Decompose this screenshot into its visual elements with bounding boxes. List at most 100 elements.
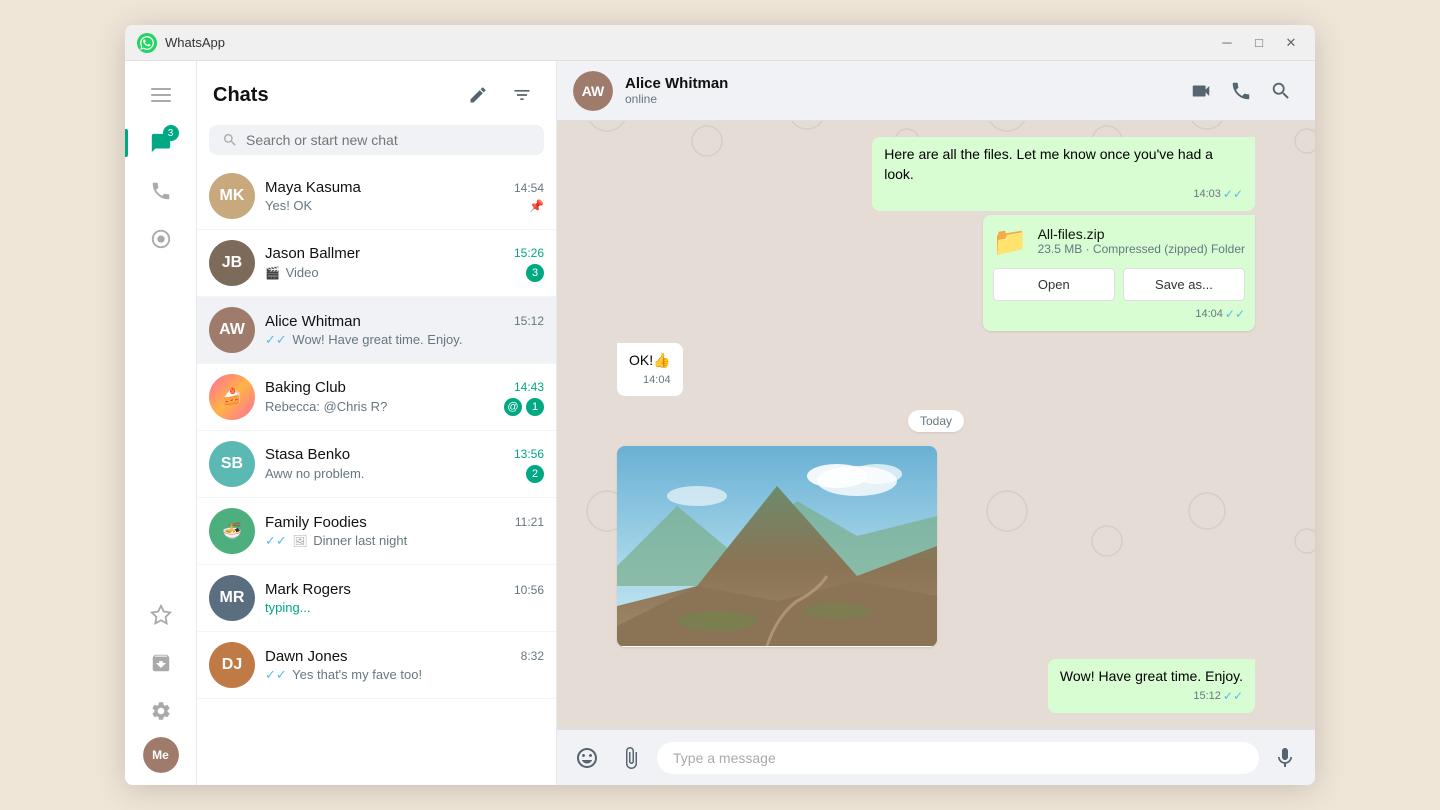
settings-nav-icon[interactable] xyxy=(139,689,183,733)
chat-msg: typing... xyxy=(265,600,544,615)
open-file-button[interactable]: Open xyxy=(993,268,1115,301)
message-text: OK!👍 xyxy=(629,352,671,368)
save-file-button[interactable]: Save as... xyxy=(1123,268,1245,301)
message-time: 14:04 xyxy=(1195,308,1223,320)
chat-time: 10:56 xyxy=(514,583,544,597)
message-time: 15:12 xyxy=(1193,689,1221,704)
calls-nav-icon[interactable] xyxy=(139,169,183,213)
chat-name: Jason Ballmer xyxy=(265,245,360,262)
message-image xyxy=(617,446,937,646)
read-receipt: ✓✓ xyxy=(1225,307,1245,321)
search-bar xyxy=(209,125,544,155)
unread-badge: 2 xyxy=(526,465,544,483)
input-bar xyxy=(557,729,1315,785)
chat-list-panel: Chats MK xyxy=(197,61,557,785)
chat-msg: Yes! OK xyxy=(265,198,525,213)
message-text: Here are all the files. Let me know once… xyxy=(884,146,1213,182)
zip-file-icon: 📁 xyxy=(993,225,1028,258)
close-button[interactable]: ✕ xyxy=(1279,31,1303,55)
app-window: WhatsApp ─ □ ✕ 3 xyxy=(125,25,1315,785)
voice-call-button[interactable] xyxy=(1223,73,1259,109)
pin-icon: 📌 xyxy=(529,199,544,213)
date-divider: Today xyxy=(617,412,1255,430)
message-sent-1: Here are all the files. Let me know once… xyxy=(872,137,1255,211)
chat-item-mark[interactable]: MR Mark Rogers 10:56 typing... xyxy=(197,565,556,632)
status-nav-icon[interactable] xyxy=(139,217,183,261)
chat-time: 15:26 xyxy=(514,246,544,260)
search-input[interactable] xyxy=(246,132,531,148)
chat-name: Mark Rogers xyxy=(265,581,351,598)
chat-header: AW Alice Whitman online xyxy=(557,61,1315,121)
chat-list-header: Chats xyxy=(197,61,556,121)
chat-time: 11:21 xyxy=(515,515,544,529)
chat-time: 14:43 xyxy=(514,380,544,394)
unread-badge: 3 xyxy=(526,264,544,282)
starred-nav-icon[interactable] xyxy=(139,593,183,637)
emoji-button[interactable] xyxy=(569,740,605,776)
image-icon: 🖼 xyxy=(292,534,307,548)
chat-msg: ✓✓ Wow! Have great time. Enjoy. xyxy=(265,332,544,348)
chat-item-maya[interactable]: MK Maya Kasuma 14:54 Yes! OK 📌 xyxy=(197,163,556,230)
chat-header-icons xyxy=(1183,73,1299,109)
chat-msg: ✓✓ 🖼 Dinner last night xyxy=(265,533,544,549)
chat-name: Alice Whitman xyxy=(265,313,361,330)
chat-item-baking[interactable]: 🍰 Baking Club 14:43 Rebecca: @Chris R? @… xyxy=(197,364,556,431)
app-body: 3 Me Chats xyxy=(125,61,1315,785)
avatar-jason: JB xyxy=(209,240,255,286)
chat-search-button[interactable] xyxy=(1263,73,1299,109)
chat-msg: Rebecca: @Chris R? xyxy=(265,399,500,414)
contact-status: online xyxy=(625,92,1171,106)
chat-msg: 🎬 Video xyxy=(265,265,522,280)
avatar-family: 🍜 xyxy=(209,508,255,554)
mic-button[interactable] xyxy=(1267,740,1303,776)
avatar-maya: MK xyxy=(209,173,255,219)
chat-name: Stasa Benko xyxy=(265,446,350,463)
window-controls: ─ □ ✕ xyxy=(1215,31,1303,55)
double-check-icon: ✓✓ xyxy=(265,533,287,548)
chat-time: 13:56 xyxy=(514,447,544,461)
archived-nav-icon[interactable] xyxy=(139,641,183,685)
minimize-button[interactable]: ─ xyxy=(1215,31,1239,55)
unread-badge: 1 xyxy=(526,398,544,416)
mention-badge: @ xyxy=(504,398,522,416)
avatar-dawn: DJ xyxy=(209,642,255,688)
avatar-alice: AW xyxy=(209,307,255,353)
contact-avatar[interactable]: AW xyxy=(573,71,613,111)
avatar-baking: 🍰 xyxy=(209,374,255,420)
chat-name: Maya Kasuma xyxy=(265,179,361,196)
chat-name: Dawn Jones xyxy=(265,648,348,665)
chat-item-family[interactable]: 🍜 Family Foodies 11:21 ✓✓ 🖼 Dinner last … xyxy=(197,498,556,565)
avatar-mark: MR xyxy=(209,575,255,621)
read-receipt: ✓✓ xyxy=(1223,688,1243,705)
chat-item-alice[interactable]: AW Alice Whitman 15:12 ✓✓ Wow! Have grea… xyxy=(197,297,556,364)
chat-item-stasa[interactable]: SB Stasa Benko 13:56 Aww no problem. 2 xyxy=(197,431,556,498)
file-name: All-files.zip xyxy=(1038,226,1245,242)
message-text: Wow! Have great time. Enjoy. xyxy=(1060,668,1243,684)
chat-name: Family Foodies xyxy=(265,514,367,531)
maximize-button[interactable]: □ xyxy=(1247,31,1271,55)
user-avatar[interactable]: Me xyxy=(143,737,179,773)
chat-item-dawn[interactable]: DJ Dawn Jones 8:32 ✓✓ Yes that's my fave… xyxy=(197,632,556,699)
filter-button[interactable] xyxy=(504,77,540,113)
chats-title: Chats xyxy=(213,84,460,107)
chats-nav-icon[interactable]: 3 xyxy=(139,121,183,165)
chat-item-jason[interactable]: JB Jason Ballmer 15:26 🎬 Video 3 xyxy=(197,230,556,297)
chat-list: MK Maya Kasuma 14:54 Yes! OK 📌 xyxy=(197,163,556,785)
message-time: 14:03 xyxy=(1193,187,1221,202)
sidebar-nav: 3 Me xyxy=(125,61,197,785)
menu-icon[interactable] xyxy=(139,73,183,117)
video-call-button[interactable] xyxy=(1183,73,1219,109)
message-input[interactable] xyxy=(657,742,1259,774)
file-size: 23.5 MB · Compressed (zipped) Folder xyxy=(1038,242,1245,256)
chat-panel: AW Alice Whitman online xyxy=(557,61,1315,785)
attach-button[interactable] xyxy=(613,740,649,776)
chat-badge: 3 xyxy=(163,125,179,141)
new-chat-button[interactable] xyxy=(460,77,496,113)
search-icon xyxy=(222,132,238,148)
contact-name: Alice Whitman xyxy=(625,75,1171,92)
video-icon: 🎬 xyxy=(265,266,280,280)
app-title: WhatsApp xyxy=(165,35,1207,50)
avatar-stasa: SB xyxy=(209,441,255,487)
whatsapp-logo xyxy=(137,33,157,53)
image-message: So beautiful here! 15:06 ❤️ xyxy=(617,446,937,647)
